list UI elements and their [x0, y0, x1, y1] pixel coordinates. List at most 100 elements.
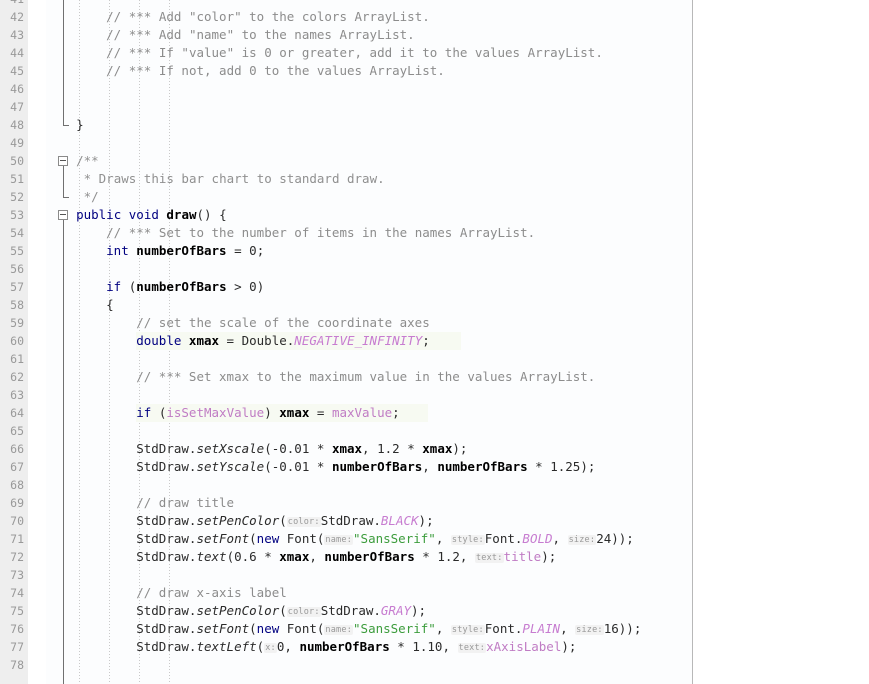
code-line[interactable]: // *** Set xmax to the maximum value in …: [136, 368, 595, 386]
parameter-hint: name:: [324, 535, 354, 545]
code-token: setPenColor: [196, 603, 280, 618]
code-token: setXscale: [196, 441, 265, 456]
line-number-gutter[interactable]: 41 42 43 44 45 46 47 48 49 50 51 52 53 54 55 56 57 58 59 60…: [0, 0, 28, 684]
code-token: double: [136, 333, 182, 348]
fold-marker-strip[interactable]: [28, 0, 69, 684]
line-number: 53: [10, 208, 24, 222]
line-number: 45: [10, 64, 24, 78]
code-token: StdDraw: [136, 639, 189, 654]
line-number: 54: [10, 226, 24, 240]
fold-region-line: [63, 220, 64, 684]
code-token: Font: [484, 621, 515, 636]
line-number: 76: [10, 622, 24, 636]
code-token: setFont: [196, 531, 250, 546]
parameter-hint: x:: [264, 643, 277, 653]
line-number: 46: [10, 82, 24, 96]
code-line[interactable]: StdDraw.setYscale(-0.01 * numberOfBars, …: [136, 458, 595, 476]
code-token: *: [389, 639, 413, 654]
code-token: * Draws this bar chart to standard draw.: [76, 171, 385, 186]
code-token: ): [264, 405, 280, 420]
code-line[interactable]: if (numberOfBars > 0): [106, 278, 264, 296]
line-number: 44: [10, 46, 24, 60]
code-line[interactable]: */: [76, 188, 99, 206]
code-line[interactable]: StdDraw.setPenColor(color:StdDraw.GRAY);: [136, 602, 426, 620]
code-token: new: [256, 621, 280, 636]
code-surface[interactable]: // *** Add "color" to the colors ArrayLi…: [46, 0, 869, 684]
code-token: ));: [618, 621, 642, 636]
code-token: =: [226, 243, 250, 258]
code-token: >: [226, 279, 250, 294]
code-token: (: [226, 549, 235, 564]
code-line[interactable]: // set the scale of the coordinate axes: [136, 314, 430, 332]
code-line[interactable]: // *** If "value" is 0 or greater, add i…: [106, 44, 603, 62]
code-token: xmax: [279, 405, 310, 420]
code-token: );: [541, 549, 557, 564]
code-line[interactable]: /**: [76, 152, 99, 170]
code-line[interactable]: if (isSetMaxValue) xmax = maxValue;: [136, 404, 399, 422]
fold-region-line: [63, 166, 64, 197]
code-token: "SansSerif": [353, 531, 436, 546]
code-line[interactable]: StdDraw.setXscale(-0.01 * xmax, 1.2 * xm…: [136, 440, 467, 458]
line-number: 73: [10, 568, 24, 582]
code-line[interactable]: StdDraw.setPenColor(color:StdDraw.BLACK)…: [136, 512, 433, 530]
code-token: StdDraw: [136, 513, 189, 528]
fold-collapse-icon[interactable]: [58, 156, 68, 166]
code-line[interactable]: StdDraw.textLeft(x:0, numberOfBars * 1.1…: [136, 638, 576, 656]
code-line[interactable]: {: [106, 296, 114, 314]
code-token: (: [279, 513, 287, 528]
code-line[interactable]: double xmax = Double.NEGATIVE_INFINITY;: [136, 332, 430, 350]
code-editor[interactable]: // *** Add "color" to the colors ArrayLi…: [0, 0, 869, 684]
code-line[interactable]: // *** Add "color" to the colors ArrayLi…: [106, 8, 430, 26]
code-token: numberOfBars: [136, 279, 227, 294]
line-number: 48: [10, 118, 24, 132]
code-token: ,: [435, 621, 451, 636]
code-token: // *** Set xmax to the maximum value in …: [136, 369, 596, 384]
line-number: 56: [10, 262, 24, 276]
code-token: 0: [249, 279, 257, 294]
code-line[interactable]: }: [76, 116, 84, 134]
code-line[interactable]: StdDraw.text(0.6 * xmax, numberOfBars * …: [136, 548, 556, 566]
code-token: // *** If not, add 0 to the values Array…: [106, 63, 445, 78]
code-token: void: [128, 207, 159, 222]
code-line[interactable]: * Draws this bar chart to standard draw.: [76, 170, 385, 188]
code-token: }: [76, 117, 84, 132]
code-line[interactable]: StdDraw.setFont(new Font(name:"SansSerif…: [136, 530, 634, 548]
fold-collapse-icon[interactable]: [58, 210, 68, 220]
code-line[interactable]: public void draw() {: [76, 206, 227, 224]
code-token: GRAY: [380, 603, 412, 618]
code-token: (: [121, 279, 137, 294]
code-line[interactable]: StdDraw.setFont(new Font(name:"SansSerif…: [136, 620, 641, 638]
code-token: setPenColor: [196, 513, 280, 528]
line-number: 75: [10, 604, 24, 618]
line-number: 47: [10, 100, 24, 114]
fold-region-end: [63, 125, 69, 126]
code-token: StdDraw: [136, 549, 189, 564]
indent-guide: [109, 0, 111, 684]
code-token: .: [373, 603, 381, 618]
line-number: 60: [10, 334, 24, 348]
code-token: numberOfBars: [299, 639, 390, 654]
code-line[interactable]: // *** Add "name" to the names ArrayList…: [106, 26, 415, 44]
line-number: 42: [10, 10, 24, 24]
code-token: StdDraw: [320, 603, 374, 618]
code-line[interactable]: int numberOfBars = 0;: [106, 242, 264, 260]
code-line[interactable]: // *** If not, add 0 to the values Array…: [106, 62, 445, 80]
code-token: maxValue: [331, 405, 393, 420]
code-token: (: [249, 621, 257, 636]
code-token: ,: [422, 459, 438, 474]
code-token: Font: [286, 531, 317, 546]
code-token: xAxisLabel: [486, 639, 562, 654]
code-token: ,: [560, 621, 576, 636]
code-token: ,: [284, 639, 300, 654]
code-token: *: [527, 459, 551, 474]
code-line[interactable]: // draw x-axis label: [136, 584, 287, 602]
code-token: );: [561, 639, 577, 654]
indent-guide: [79, 0, 81, 684]
code-line[interactable]: // draw title: [136, 494, 234, 512]
line-number: 78: [10, 658, 24, 672]
code-token: StdDraw: [136, 603, 189, 618]
code-line[interactable]: // *** Set to the number of items in the…: [106, 224, 535, 242]
code-token: 16: [603, 621, 619, 636]
